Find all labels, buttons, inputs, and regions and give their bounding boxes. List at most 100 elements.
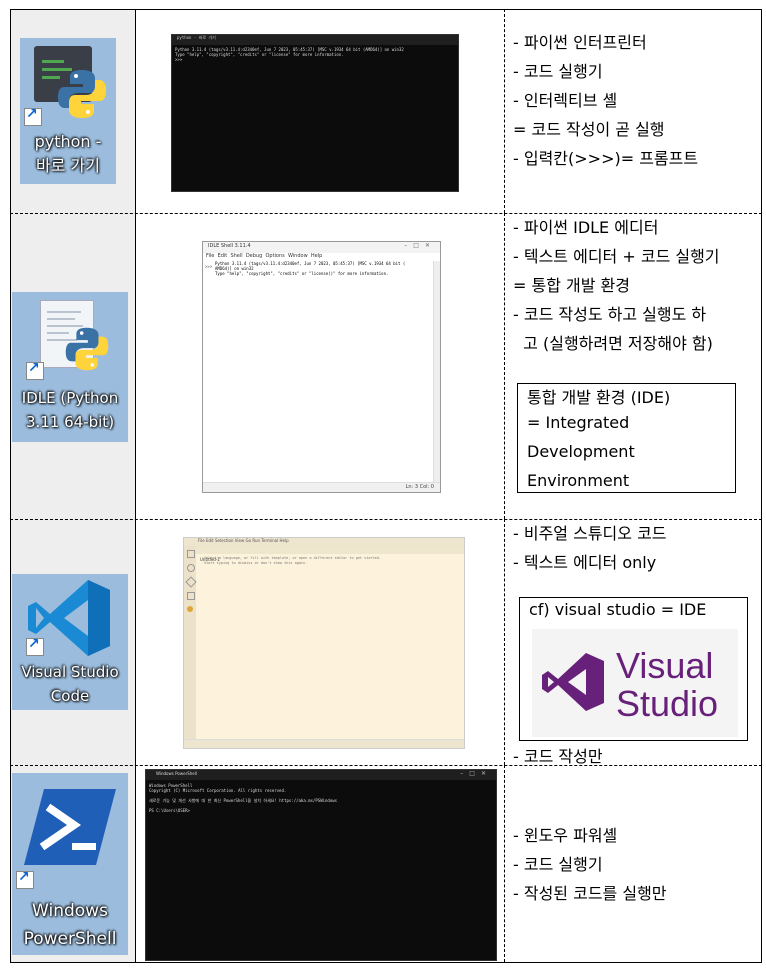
menu-help[interactable]: Help <box>279 538 288 543</box>
notes-cell: - 파이썬 IDLE 에디터 - 텍스트 에디터 + 코드 실행기 = 통합 개… <box>505 213 762 519</box>
box-line: Development <box>527 442 635 461</box>
vertical-scrollbar[interactable] <box>433 261 440 482</box>
menu-file[interactable]: File <box>206 253 214 259</box>
box-caption: cf) visual studio = IDE <box>529 600 707 619</box>
note-line: - 비주얼 스튜디오 코드 <box>513 524 667 543</box>
editor-tabs: Untitled-1 <box>196 546 464 563</box>
menu-run[interactable]: Run <box>252 538 260 543</box>
note-line: - 코드 실행기 <box>513 855 603 874</box>
shortcut-arrow-icon <box>16 869 34 889</box>
window-controls-icon: –□✕ <box>460 770 492 777</box>
console-line: Type "help", "copyright", "credits" or "… <box>215 271 389 276</box>
explorer-icon[interactable] <box>187 550 195 558</box>
powershell-shortcut-icon[interactable]: Windows PowerShell <box>12 773 128 955</box>
menu-terminal[interactable]: Terminal <box>261 538 278 543</box>
note-line: - 입력칸(>>>)= 프롬프트 <box>513 149 699 168</box>
extensions-icon[interactable] <box>187 606 193 612</box>
table-border <box>10 9 762 10</box>
editor-placeholder: Select a language, or fill with template… <box>204 556 460 566</box>
run-debug-icon[interactable] <box>187 592 195 600</box>
menu-debug[interactable]: Debug <box>246 253 262 259</box>
idle-output: Python 3.11.4 (tags/v3.11.4:d2340ef, Jun… <box>215 261 430 276</box>
icon-label: Windows <box>32 901 108 921</box>
icon-label: Code <box>50 687 90 705</box>
menu-edit[interactable]: Edit <box>206 538 214 543</box>
console-prompt: PS C:\Users\USER> <box>149 808 190 813</box>
vscode-menubar: File Edit Selection View Go Run Terminal… <box>184 538 464 546</box>
idle-menubar: File Edit Shell Debug Options Window Hel… <box>203 253 440 261</box>
shortcut-arrow-icon <box>26 636 44 656</box>
note-line: - 코드 작성도 하고 실행도 하 <box>513 305 707 324</box>
icon-label: 바로 가기 <box>36 156 100 175</box>
window-title: IDLE Shell 3.11.4 <box>208 243 251 249</box>
menu-selection[interactable]: Selection <box>215 538 233 543</box>
vscode-screenshot: File Edit Selection View Go Run Terminal… <box>183 537 465 749</box>
icon-cell: IDLE (Python 3.11 64-bit) <box>10 213 136 519</box>
menu-options[interactable]: Options <box>265 253 284 259</box>
icon-label: Visual Studio <box>21 663 119 681</box>
visual-studio-box: cf) visual studio = IDE Visual Studio <box>519 597 748 741</box>
icon-cell: python - 바로 가기 <box>10 9 136 213</box>
icon-label: 3.11 64-bit) <box>25 413 115 431</box>
notes-cell: - 윈도우 파워셸 - 코드 실행기 - 작성된 코드를 실행만 <box>505 765 762 962</box>
idle-shortcut-icon[interactable]: IDLE (Python 3.11 64-bit) <box>12 292 128 442</box>
placeholder-line: Start typing to dismiss or don't show th… <box>204 561 308 565</box>
menu-shell[interactable]: Shell <box>230 253 242 259</box>
powershell-screenshot: Windows PowerShell –□✕ Windows PowerShel… <box>145 769 497 961</box>
console-prompt: >>> <box>175 57 183 62</box>
menu-window[interactable]: Window <box>288 253 308 259</box>
window-title: python - 바로 가기 <box>177 35 216 40</box>
search-icon[interactable] <box>187 564 195 572</box>
menu-help[interactable]: Help <box>311 253 322 259</box>
box-line: Environment <box>527 471 630 490</box>
icon-label: PowerShell <box>23 929 117 949</box>
row-divider <box>10 213 762 214</box>
icon-label: python - <box>34 132 102 151</box>
note-line: - 인터렉티브 셸 <box>513 91 618 110</box>
menu-view[interactable]: View <box>235 538 245 543</box>
icon-cell: Visual Studio Code <box>10 519 136 765</box>
cursor-position: Ln: 3 Col: 0 <box>405 484 434 490</box>
notes-cell: - 파이썬 인터프린터 - 코드 실행기 - 인터렉티브 셸 = 코드 작성이 … <box>505 9 762 213</box>
note-line: = 코드 작성이 곧 실행 <box>513 120 665 139</box>
screenshot-cell: File Edit Selection View Go Run Terminal… <box>136 519 505 765</box>
screenshot-cell: python - 바로 가기 Python 3.11.4 (tags/v3.11… <box>136 9 505 213</box>
idle-statusbar: Ln: 3 Col: 0 <box>203 482 440 492</box>
idle-shell-screenshot: IDLE Shell 3.11.4 –□✕ File Edit Shell De… <box>202 241 441 493</box>
activity-bar <box>184 546 197 740</box>
screenshot-cell: Windows PowerShell –□✕ Windows PowerShel… <box>136 765 505 962</box>
note-line: = 통합 개발 환경 <box>513 276 630 295</box>
console-titlebar: python - 바로 가기 <box>172 35 458 45</box>
note-line: - 텍스트 에디터 + 코드 실행기 <box>513 247 720 266</box>
table-row: Visual Studio Code File Edit Selection V… <box>10 519 762 766</box>
icon-cell: Windows PowerShell <box>10 765 136 962</box>
python-shortcut-icon[interactable]: python - 바로 가기 <box>20 38 116 184</box>
menu-edit[interactable]: Edit <box>218 253 228 259</box>
notes-cell: - 비주얼 스튜디오 코드 - 텍스트 에디터 only cf) visual … <box>505 519 762 766</box>
logo-word: Studio <box>616 683 719 724</box>
note-line: 고 (실행하려면 저장해야 함) <box>513 334 713 353</box>
note-line: - 코드 작성만 <box>513 747 603 766</box>
powershell-logo-icon <box>24 789 116 865</box>
vscode-shortcut-icon[interactable]: Visual Studio Code <box>12 574 128 710</box>
vs-logo-text: Visual Studio <box>616 647 718 723</box>
source-control-icon[interactable] <box>185 576 197 588</box>
idle-prompt: >>> <box>205 264 213 269</box>
console-output: Python 3.11.4 (tags/v3.11.4:d2340ef, Jun… <box>172 45 458 64</box>
python-console-screenshot: python - 바로 가기 Python 3.11.4 (tags/v3.11… <box>171 34 459 192</box>
note-line: - 윈도우 파워셸 <box>513 826 618 845</box>
menu-go[interactable]: Go <box>246 538 252 543</box>
visual-studio-logo: Visual Studio <box>532 629 738 737</box>
icon-label: IDLE (Python <box>21 389 119 407</box>
table-row: Windows PowerShell Windows PowerShell –□… <box>10 765 762 962</box>
row-divider <box>10 519 762 520</box>
ps-output: Windows PowerShell Copyright (C) Microso… <box>146 780 496 816</box>
note-line: - 작성된 코드를 실행만 <box>513 884 667 903</box>
box-line: = Integrated <box>527 413 630 432</box>
vscode-statusbar <box>184 739 464 748</box>
logo-word: Visual <box>616 645 714 686</box>
note-line: - 파이썬 인터프린터 <box>513 33 647 52</box>
menu-file[interactable]: File <box>198 538 205 543</box>
note-line: - 파이썬 IDLE 에디터 <box>513 218 659 237</box>
screenshot-cell: IDLE Shell 3.11.4 –□✕ File Edit Shell De… <box>136 213 505 519</box>
